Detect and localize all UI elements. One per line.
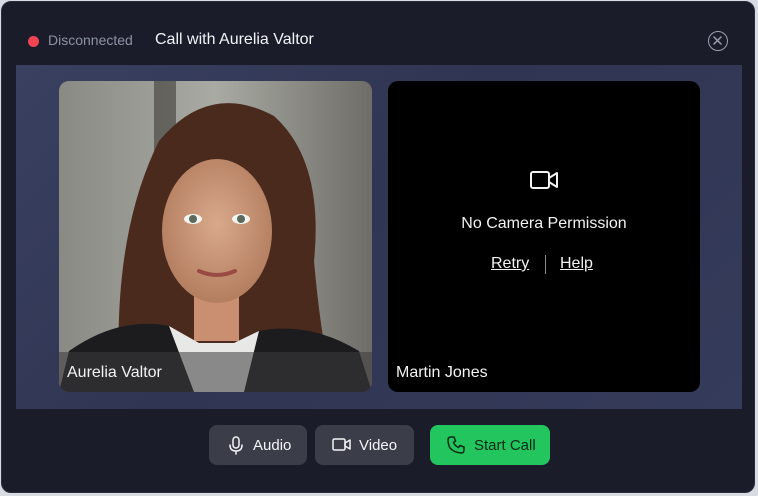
video-button-label: Video <box>359 437 398 454</box>
video-button[interactable]: Video <box>315 425 414 465</box>
audio-button-label: Audio <box>253 437 292 454</box>
link-divider <box>545 255 546 274</box>
title-bar: Disconnected Call with Aurelia Valtor <box>2 2 754 64</box>
participant-video <box>59 81 372 392</box>
start-call-label: Start Call <box>474 437 536 454</box>
participant-name: Martin Jones <box>396 364 488 381</box>
call-controls: Audio Video Start Call <box>2 425 754 465</box>
retry-link[interactable]: Retry <box>491 255 529 273</box>
phone-icon <box>447 436 465 454</box>
video-stage: Aurelia Valtor No Camera Permission Retr… <box>16 65 742 409</box>
participant-name: Aurelia Valtor <box>67 364 162 381</box>
close-button[interactable] <box>708 31 728 51</box>
help-link[interactable]: Help <box>560 255 593 273</box>
participant-tile-aurelia[interactable]: Aurelia Valtor <box>59 81 372 392</box>
no-camera-message: No Camera Permission <box>461 215 627 232</box>
microphone-icon <box>229 436 243 455</box>
connection-status: Disconnected <box>48 32 133 48</box>
video-camera-icon <box>530 171 558 189</box>
call-window: Disconnected Call with Aurelia Valtor Au… <box>1 1 755 493</box>
video-camera-icon <box>332 438 351 451</box>
start-call-button[interactable]: Start Call <box>430 425 550 465</box>
status-dot <box>28 36 39 47</box>
audio-button[interactable]: Audio <box>209 425 307 465</box>
name-overlay: Aurelia Valtor <box>59 352 372 392</box>
call-title: Call with Aurelia Valtor <box>155 31 314 48</box>
participant-tile-martin[interactable]: No Camera Permission Retry Help Martin J… <box>388 81 700 392</box>
close-icon <box>713 36 722 45</box>
